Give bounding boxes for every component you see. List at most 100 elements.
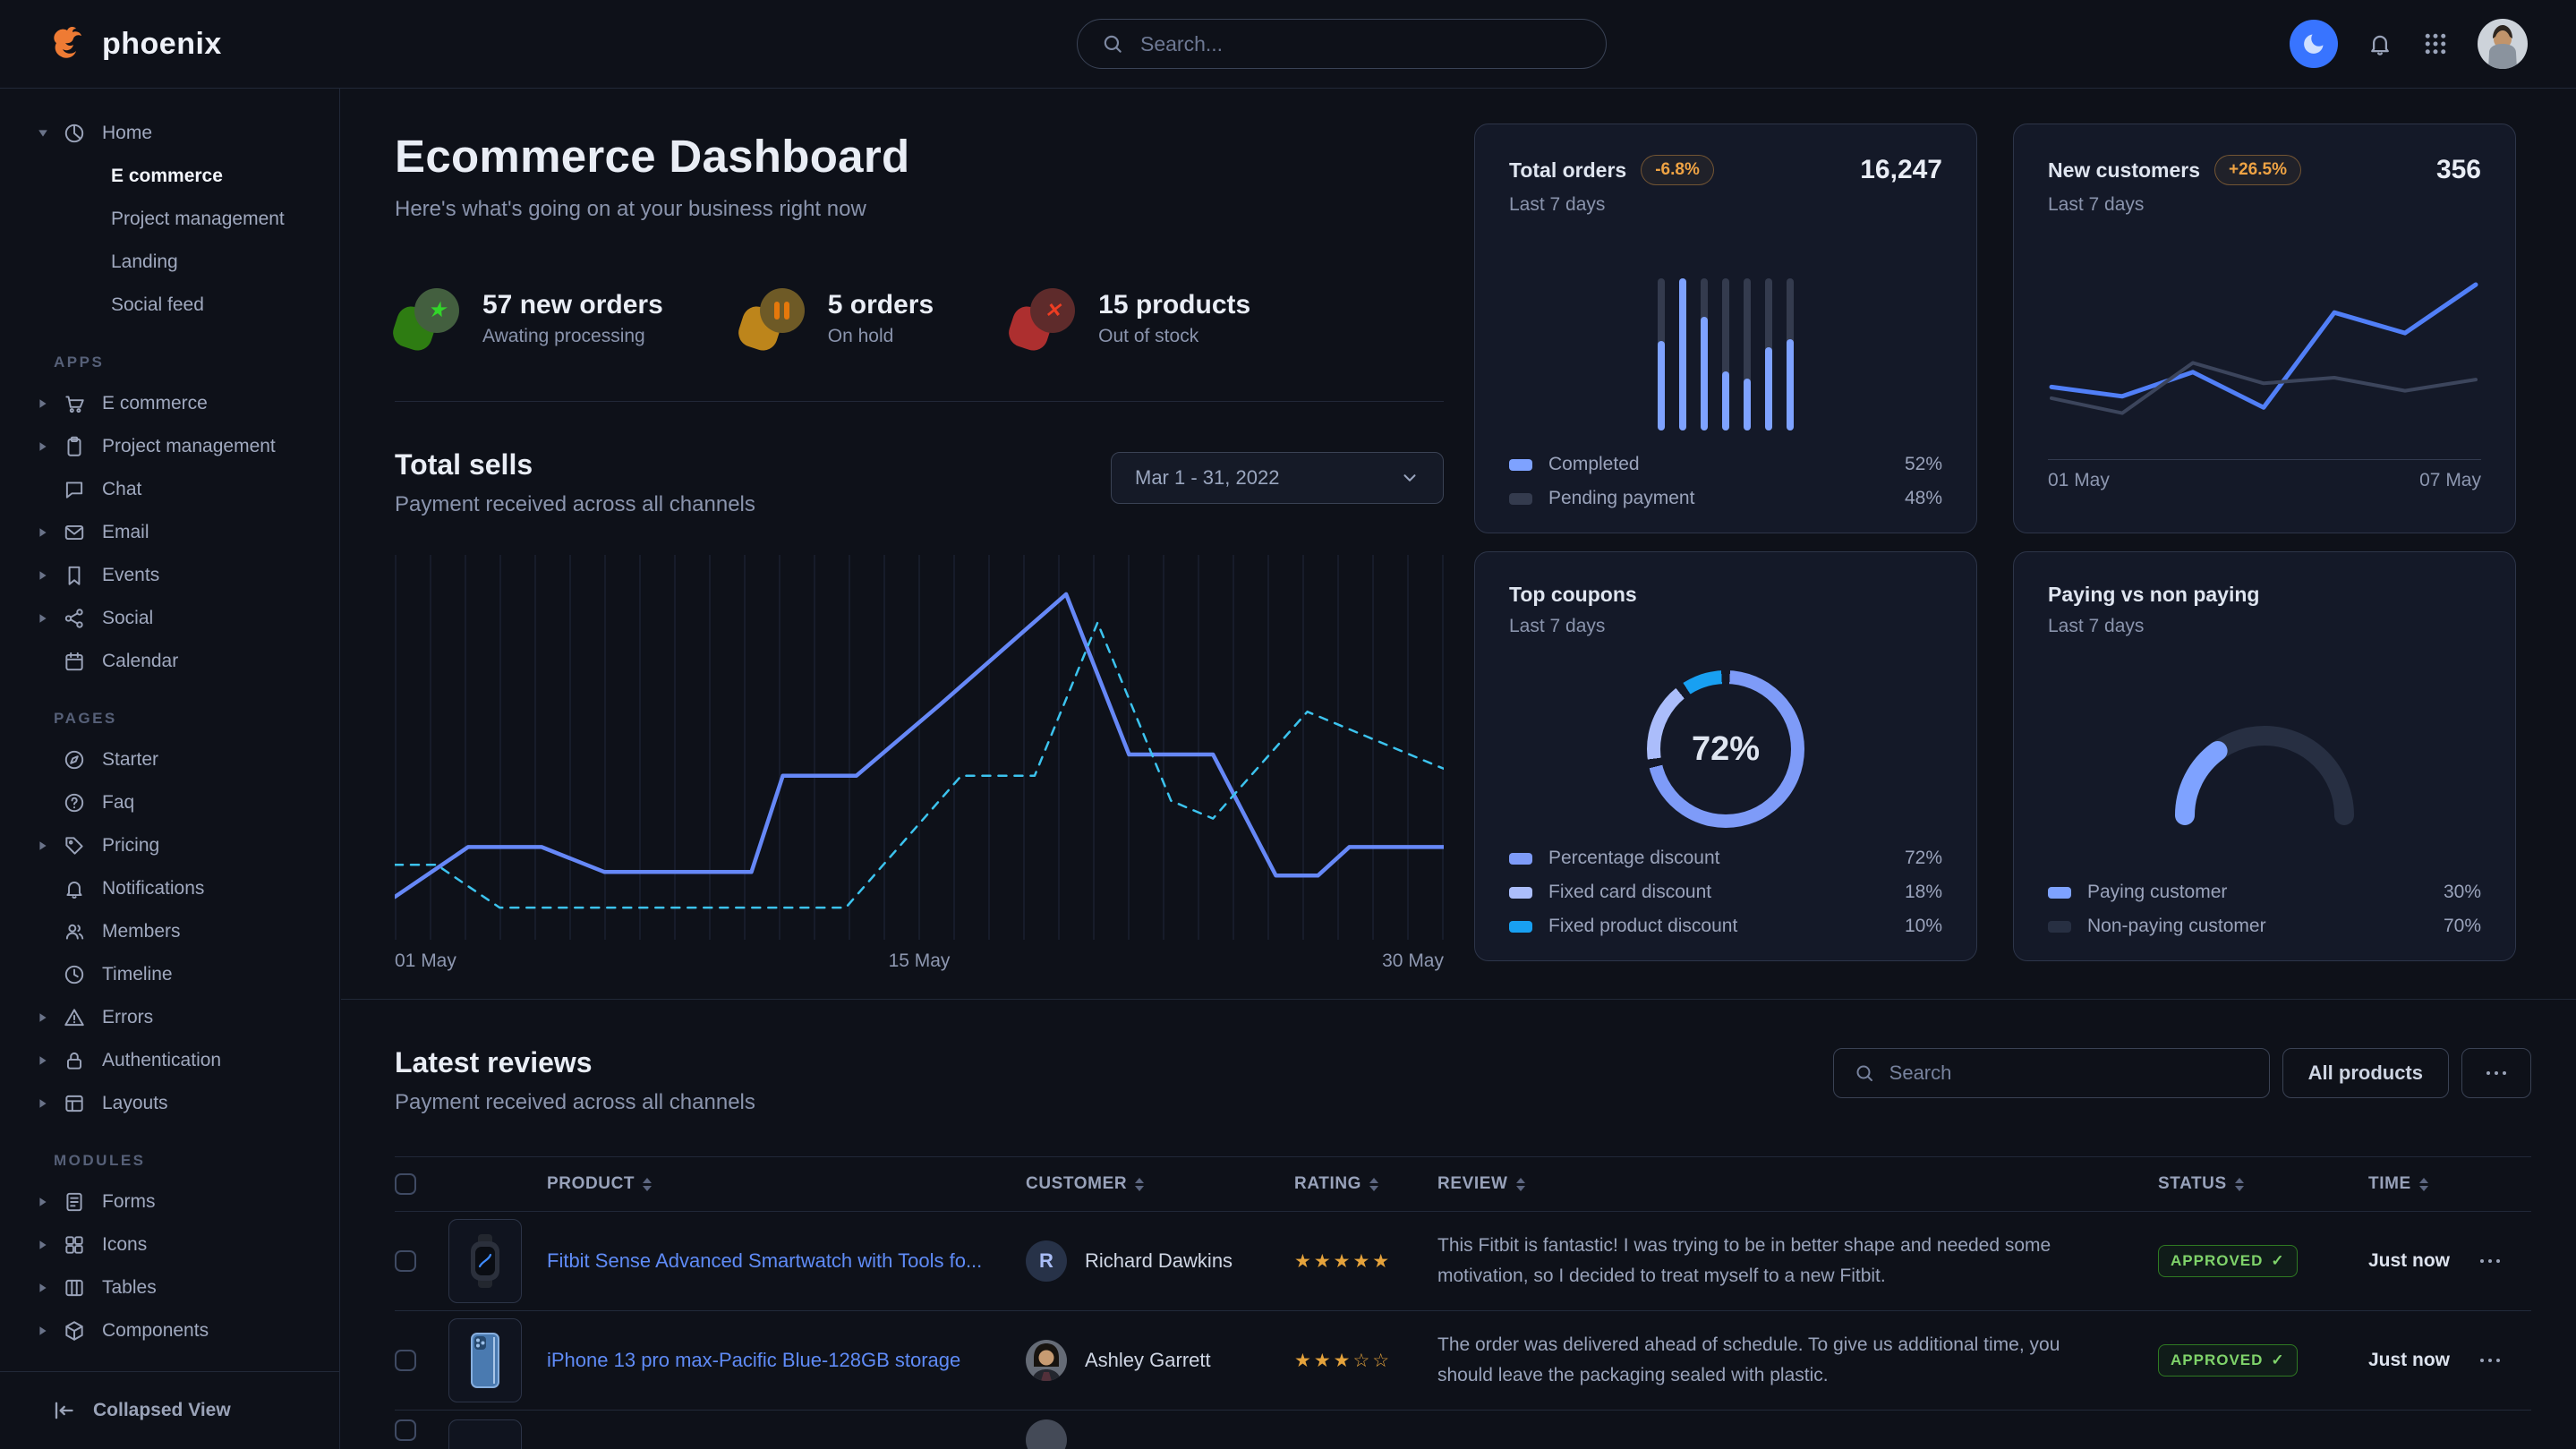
card-period: Last 7 days <box>1509 194 1942 216</box>
sidebar-item-project-management[interactable]: Project management <box>0 198 339 241</box>
calendar-icon <box>63 650 102 673</box>
sidebar-item-calendar[interactable]: Calendar <box>0 640 339 683</box>
legend-value: 10% <box>1905 916 1942 937</box>
sidebar-section-modules: MODULES <box>54 1152 339 1170</box>
caret-right-icon <box>38 398 63 409</box>
x-icon: ✕ <box>1045 301 1061 320</box>
row-checkbox[interactable] <box>395 1250 416 1272</box>
donut-center-label: 72% <box>1692 730 1760 769</box>
new-customers-chart <box>2048 250 2481 460</box>
sidebar-item-components[interactable]: Components <box>0 1309 339 1352</box>
product-thumbnail[interactable] <box>448 1318 522 1402</box>
review-row: Fitbit Sense Advanced Smartwatch with To… <box>395 1212 2531 1311</box>
column-header-rating[interactable]: RATING <box>1294 1174 1437 1194</box>
orders-legend: Completed 52% Pending payment 48% <box>1509 441 1942 509</box>
column-header-time[interactable]: TIME <box>2368 1174 2480 1194</box>
layout-icon <box>63 1092 102 1115</box>
collapse-label: Collapsed View <box>93 1400 231 1421</box>
axis-label: 01 May <box>395 950 456 972</box>
bar <box>1722 278 1729 430</box>
row-checkbox[interactable] <box>395 1350 416 1371</box>
sidebar-item-label: Project management <box>102 436 276 457</box>
sidebar-item-starter[interactable]: Starter <box>0 738 339 781</box>
legend-swatch <box>1509 921 1532 933</box>
user-avatar[interactable] <box>2478 19 2528 69</box>
sidebar-item-authentication[interactable]: Authentication <box>0 1039 339 1082</box>
app-window: phoenix HomeE comme <box>0 0 2576 1449</box>
search-input[interactable] <box>1139 31 1582 57</box>
sidebar-item-label: Email <box>102 522 149 543</box>
sidebar-item-label: E commerce <box>111 166 223 187</box>
lock-icon <box>63 1049 102 1072</box>
latest-reviews-section: Latest reviews Payment received across a… <box>341 999 2576 1449</box>
reviews-table-header: PRODUCT CUSTOMER RATING REVIEW STATUS TI… <box>395 1156 2531 1212</box>
brand-logo[interactable]: phoenix <box>50 25 222 63</box>
sidebar-item-project-management[interactable]: Project management <box>0 425 339 468</box>
apps-grid-button[interactable] <box>2422 30 2449 57</box>
product-thumbnail[interactable] <box>448 1219 522 1303</box>
notifications-button[interactable] <box>2367 30 2393 57</box>
status-cell: APPROVED ✓ <box>2158 1245 2368 1277</box>
reviews-controls: All products <box>1833 1048 2531 1098</box>
date-range-value: Mar 1 - 31, 2022 <box>1135 466 1279 490</box>
column-label: PRODUCT <box>547 1174 635 1194</box>
sidebar-item-notifications[interactable]: Notifications <box>0 867 339 910</box>
sidebar-item-errors[interactable]: Errors <box>0 996 339 1039</box>
sidebar-item-label: Layouts <box>102 1093 168 1114</box>
column-header-review[interactable]: REVIEW <box>1437 1174 2158 1194</box>
sidebar-item-e-commerce[interactable]: E commerce <box>0 155 339 198</box>
column-label: RATING <box>1294 1174 1361 1194</box>
sidebar-item-label: Pricing <box>102 835 159 857</box>
reviews-search-input[interactable] <box>1888 1061 2249 1086</box>
sidebar-item-events[interactable]: Events <box>0 554 339 597</box>
caret-right-icon <box>38 527 63 538</box>
row-actions[interactable] <box>2480 1259 2531 1263</box>
product-link[interactable]: iPhone 13 pro max-Pacific Blue-128GB sto… <box>547 1349 1026 1372</box>
sidebar-item-email[interactable]: Email <box>0 511 339 554</box>
sidebar-item-label: Landing <box>111 251 178 273</box>
bell-icon <box>63 877 102 900</box>
sidebar-item-social-feed[interactable]: Social feed <box>0 284 339 327</box>
sidebar-item-pricing[interactable]: Pricing <box>0 824 339 867</box>
avatar <box>1026 1419 1067 1449</box>
sidebar-item-timeline[interactable]: Timeline <box>0 953 339 996</box>
sidebar-item-tables[interactable]: Tables <box>0 1266 339 1309</box>
column-header-status[interactable]: STATUS <box>2158 1174 2368 1194</box>
sidebar-item-layouts[interactable]: Layouts <box>0 1082 339 1125</box>
sidebar-item-landing[interactable]: Landing <box>0 241 339 284</box>
all-products-button[interactable]: All products <box>2282 1048 2449 1098</box>
review-row: iPhone 13 pro max-Pacific Blue-128GB sto… <box>395 1311 2531 1411</box>
caret-right-icon <box>38 570 63 581</box>
more-options-button[interactable] <box>2461 1048 2531 1098</box>
customer-name: Ashley Garrett <box>1085 1349 1211 1372</box>
sidebar-item-forms[interactable]: Forms <box>0 1181 339 1223</box>
column-label: TIME <box>2368 1174 2411 1194</box>
sidebar-item-chat[interactable]: Chat <box>0 468 339 511</box>
envelope-icon <box>63 521 102 544</box>
product-link[interactable]: Fitbit Sense Advanced Smartwatch with To… <box>547 1249 1026 1273</box>
product-thumbnail[interactable] <box>448 1419 522 1449</box>
new-customers-x-axis: 01 May07 May <box>2048 470 2481 491</box>
select-all-checkbox[interactable] <box>395 1173 416 1195</box>
column-label: STATUS <box>2158 1174 2227 1194</box>
status-badge: APPROVED ✓ <box>2158 1344 2298 1377</box>
sidebar-item-social[interactable]: Social <box>0 597 339 640</box>
bar <box>1787 278 1794 430</box>
file-icon <box>63 1190 102 1214</box>
row-checkbox[interactable] <box>395 1419 416 1441</box>
sidebar-item-members[interactable]: Members <box>0 910 339 953</box>
sidebar-item-icons[interactable]: Icons <box>0 1223 339 1266</box>
sidebar-item-home[interactable]: Home <box>0 112 339 155</box>
column-header-product[interactable]: PRODUCT <box>547 1174 1026 1194</box>
sidebar-item-e-commerce[interactable]: E commerce <box>0 382 339 425</box>
collapse-view-toggle[interactable]: Collapsed View <box>0 1371 339 1449</box>
page-subtitle: Here's what's going on at your business … <box>395 197 1444 222</box>
legend-swatch <box>1509 887 1532 899</box>
date-range-select[interactable]: Mar 1 - 31, 2022 <box>1111 452 1444 504</box>
main-content: Ecommerce Dashboard Here's what's going … <box>341 89 2576 1449</box>
row-actions[interactable] <box>2480 1359 2531 1362</box>
axis-label: 07 May <box>2419 470 2481 491</box>
column-header-customer[interactable]: CUSTOMER <box>1026 1174 1294 1194</box>
sidebar-item-faq[interactable]: Faq <box>0 781 339 824</box>
theme-toggle-button[interactable] <box>2290 20 2338 68</box>
